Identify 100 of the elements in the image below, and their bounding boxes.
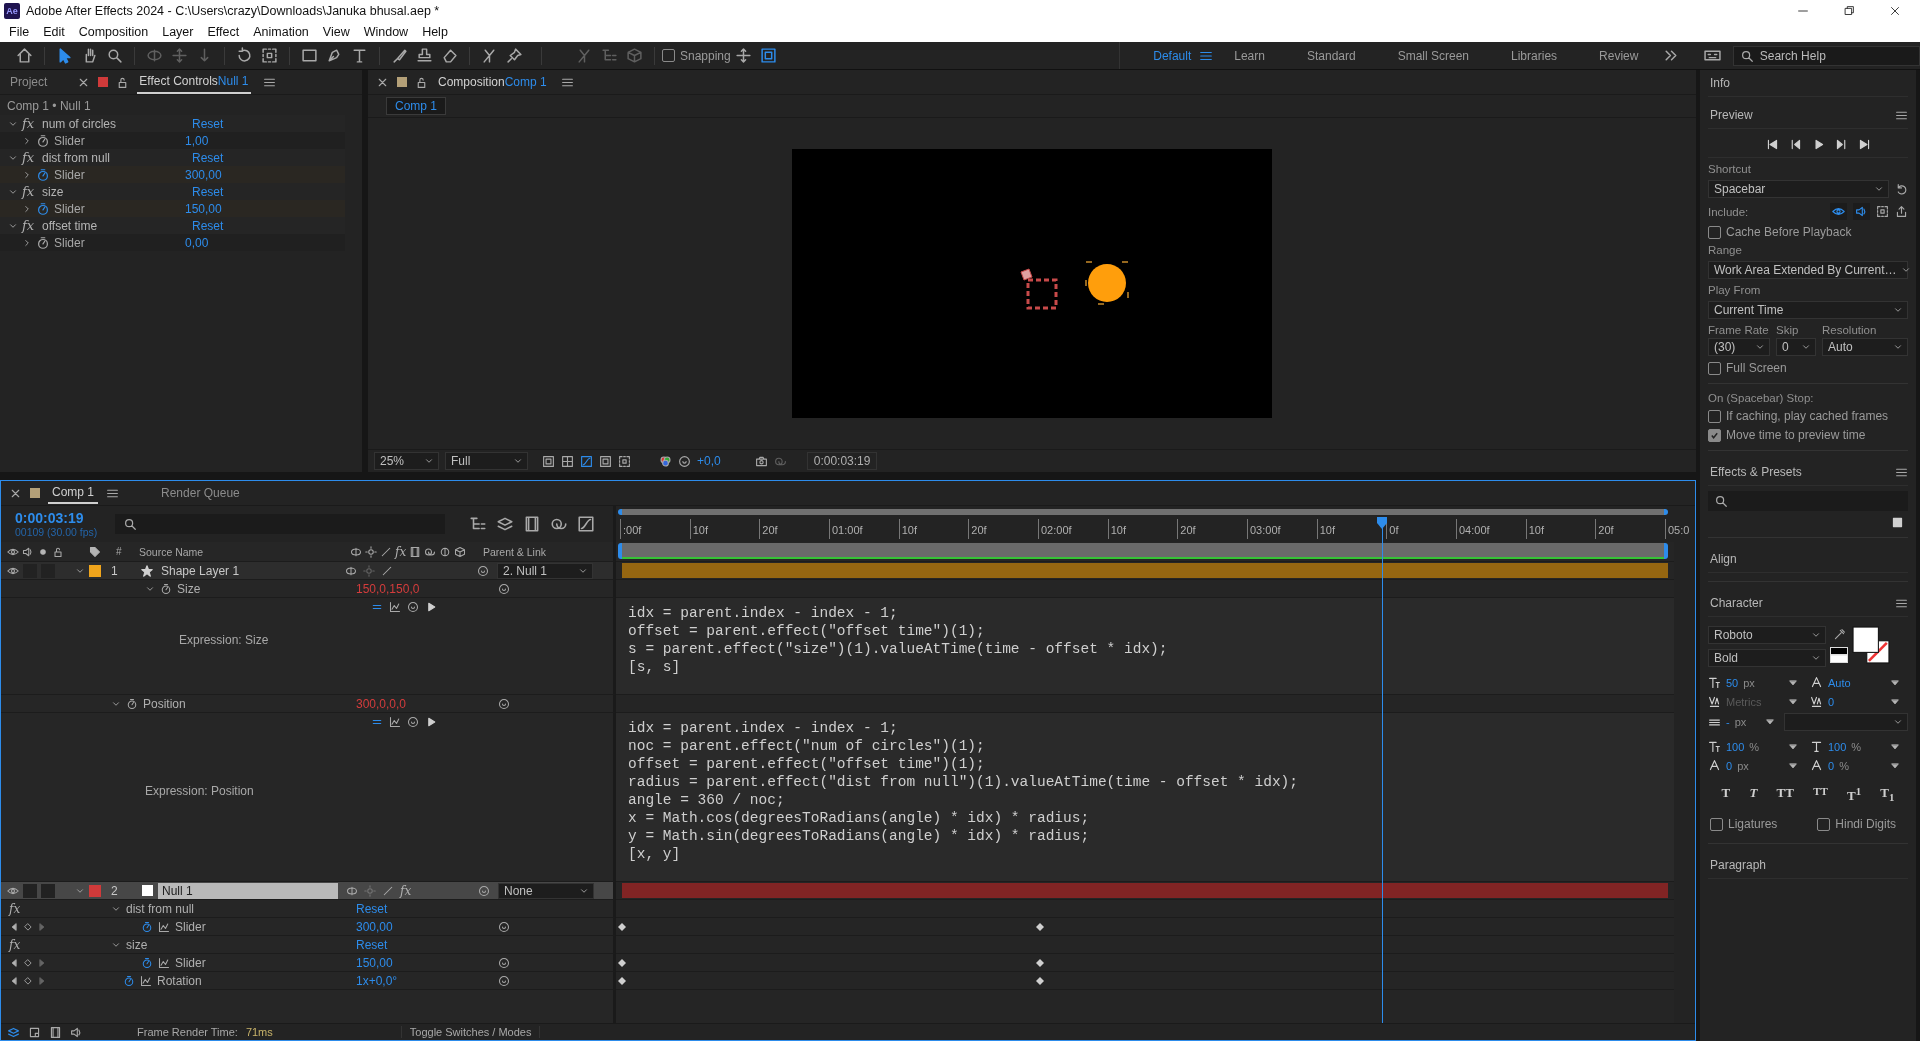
last-frame-icon[interactable]: [1857, 138, 1871, 151]
menu-item[interactable]: Window: [356, 25, 416, 39]
caret-icon[interactable]: [1765, 717, 1776, 727]
layer-name[interactable]: Null 1: [158, 882, 338, 899]
keyframe-diamond-icon[interactable]: [23, 957, 33, 968]
overlay-icon[interactable]: [1876, 205, 1889, 218]
graph-icon[interactable]: [389, 716, 401, 728]
caret-icon[interactable]: [1890, 677, 1900, 688]
parent-dropdown[interactable]: None: [498, 882, 594, 899]
reset-icon[interactable]: [1895, 182, 1908, 196]
caret-icon[interactable]: [1890, 741, 1900, 752]
reset-link[interactable]: Reset: [192, 150, 224, 165]
fx-switch[interactable]: fx: [400, 883, 412, 898]
graph-icon[interactable]: [158, 920, 170, 933]
region-icon[interactable]: [618, 454, 631, 468]
restore-icon[interactable]: [1842, 4, 1856, 18]
checkbox[interactable]: [1708, 409, 1721, 423]
previous-keyframe-icon[interactable]: [9, 975, 19, 986]
reset-link[interactable]: Reset: [192, 218, 224, 233]
lock-icon[interactable]: [415, 75, 428, 89]
keyframe-diamond[interactable]: [1036, 977, 1044, 985]
menu-item[interactable]: Animation: [246, 25, 316, 39]
next-keyframe-icon[interactable]: [37, 957, 47, 968]
close-icon[interactable]: [1888, 4, 1902, 18]
speaker-icon[interactable]: [1853, 203, 1870, 220]
graph-icon[interactable]: [140, 974, 152, 987]
stopwatch-icon[interactable]: [141, 920, 153, 933]
magnifier-icon[interactable]: [106, 47, 123, 64]
eraser-icon[interactable]: [441, 47, 458, 64]
pickwhip-icon[interactable]: [478, 884, 490, 897]
zoom-dropdown[interactable]: 25%: [374, 452, 439, 470]
slash-icon[interactable]: [381, 564, 393, 577]
text-style-button[interactable]: T$_{1}$: [1880, 785, 1895, 805]
stopwatch-icon[interactable]: [160, 582, 172, 595]
previous-keyframe-icon[interactable]: [9, 957, 19, 968]
chevron-right-icon[interactable]: [22, 203, 32, 214]
stopwatch-icon[interactable]: [36, 201, 50, 216]
panel-title[interactable]: Align: [1710, 552, 1737, 566]
pickwhip-icon[interactable]: [477, 564, 489, 577]
panel-title[interactable]: Info: [1710, 76, 1730, 90]
search-field[interactable]: [1708, 491, 1908, 511]
panel-title[interactable]: Effects & Presets: [1710, 465, 1802, 479]
stopwatch-icon[interactable]: [36, 167, 50, 182]
pickwhip-icon[interactable]: [407, 716, 419, 728]
orbit-icon[interactable]: [146, 47, 163, 64]
pickwhip-icon[interactable]: [407, 601, 419, 613]
search-field[interactable]: [115, 514, 445, 534]
param-value[interactable]: 300,00: [185, 167, 222, 182]
snap-arrow-icon[interactable]: [734, 47, 752, 64]
frame-icon[interactable]: [759, 47, 777, 64]
character-value[interactable]: 0: [1726, 759, 1733, 772]
caret-icon[interactable]: [1788, 760, 1798, 771]
keyframe-diamond[interactable]: [618, 959, 626, 967]
caret-icon[interactable]: [1890, 696, 1900, 707]
resolution-dropdown[interactable]: Full: [445, 452, 528, 470]
parent-dropdown[interactable]: 2. Null 1: [497, 562, 593, 579]
checkbox[interactable]: [1708, 225, 1721, 239]
graph-icon[interactable]: [389, 601, 401, 613]
pickwhip-icon[interactable]: [498, 920, 510, 933]
character-value[interactable]: Auto: [1828, 676, 1851, 689]
menu-item[interactable]: File: [2, 25, 37, 39]
menu-item[interactable]: View: [315, 25, 357, 39]
cube-icon[interactable]: [626, 47, 643, 64]
label-color-square[interactable]: [89, 884, 101, 897]
safe-area-icon[interactable]: [599, 454, 612, 468]
character-value[interactable]: 100: [1726, 740, 1745, 753]
text-tool-icon[interactable]: [351, 47, 368, 64]
shortcut-dropdown[interactable]: Spacebar: [1708, 180, 1889, 198]
workspace-tab[interactable]: Small Screen: [1376, 48, 1491, 63]
keyframe-diamond[interactable]: [1036, 959, 1044, 967]
panel-tab[interactable]: Comp 1: [48, 482, 99, 504]
next-keyframe-icon[interactable]: [37, 975, 47, 986]
workspace-tab[interactable]: Default: [1132, 48, 1200, 63]
reset-link[interactable]: Reset: [356, 937, 498, 952]
stopwatch-icon[interactable]: [123, 974, 135, 987]
film-icon[interactable]: [49, 1025, 62, 1039]
checkbox[interactable]: [1708, 361, 1721, 375]
checkbox[interactable]: [1710, 817, 1723, 831]
character-value[interactable]: 50: [1726, 676, 1739, 689]
circle-shape[interactable]: [1085, 261, 1129, 305]
reset-link[interactable]: Reset: [192, 116, 224, 131]
language-menu-icon[interactable]: [425, 601, 437, 613]
caret-icon[interactable]: [1788, 741, 1798, 752]
timecode-field[interactable]: 0:00:03:19: [806, 452, 878, 470]
keyframe-diamond[interactable]: [1036, 923, 1044, 931]
fast-preview-icon[interactable]: [542, 454, 555, 468]
range-dropdown[interactable]: Work Area Extended By Current…: [1708, 261, 1908, 279]
text-style-button[interactable]: TT: [1776, 785, 1794, 805]
panel-tab[interactable]: CompositionComp 1: [436, 71, 549, 93]
workspace-tab[interactable]: Libraries: [1490, 48, 1579, 63]
frame-rate-dropdown[interactable]: (30): [1708, 338, 1770, 356]
character-value[interactable]: 100: [1828, 740, 1847, 753]
property-value[interactable]: 300,00: [356, 919, 498, 934]
text-style-button[interactable]: TT: [1813, 785, 1828, 805]
current-time[interactable]: 0:00:03:19: [15, 510, 115, 526]
next-frame-icon[interactable]: [1834, 138, 1848, 151]
graph-icon[interactable]: [158, 956, 170, 969]
eye-icon[interactable]: [1830, 203, 1847, 220]
menu-item[interactable]: Edit: [36, 25, 72, 39]
workspace-tab[interactable]: Review: [1578, 48, 1660, 63]
